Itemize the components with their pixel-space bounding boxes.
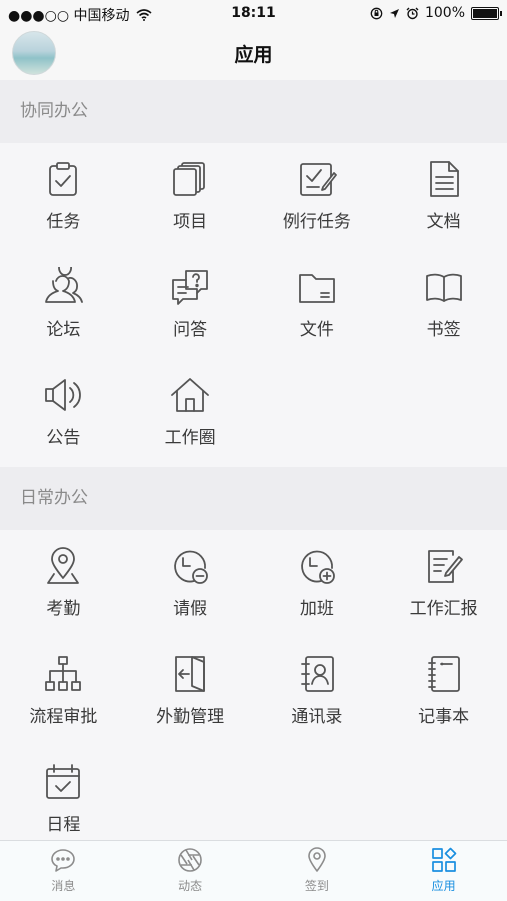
open-book-icon xyxy=(424,267,464,307)
app-label: 请假 xyxy=(173,599,208,619)
app-work-report[interactable]: 工作汇报 xyxy=(380,530,507,638)
notebook-icon xyxy=(424,654,464,694)
app-document[interactable]: 文档 xyxy=(380,143,507,251)
location-pin-icon xyxy=(43,546,83,586)
app-routine-task[interactable]: 例行任务 xyxy=(254,143,381,251)
door-exit-icon xyxy=(170,654,210,694)
report-edit-icon xyxy=(424,546,464,586)
app-forum[interactable]: 论坛 xyxy=(0,251,127,359)
tab-messages[interactable]: 消息 xyxy=(0,841,127,901)
location-arrow-icon xyxy=(389,8,399,18)
status-right: 100% xyxy=(370,5,502,21)
app-label: 外勤管理 xyxy=(156,707,225,727)
alarm-icon xyxy=(406,7,419,19)
page-title: 应用 xyxy=(234,44,273,66)
app-label: 论坛 xyxy=(46,320,81,340)
tab-apps[interactable]: 应用 xyxy=(380,841,507,901)
app-overtime[interactable]: 加班 xyxy=(254,530,381,638)
chat-bubble-icon xyxy=(50,847,76,873)
section-header-daily: 日常办公 xyxy=(0,467,507,530)
app-label: 项目 xyxy=(173,212,208,232)
document-icon xyxy=(424,159,464,199)
tab-label: 消息 xyxy=(51,879,76,893)
tab-label: 签到 xyxy=(304,879,329,893)
apps-grid-icon xyxy=(431,847,457,873)
speaker-icon xyxy=(43,375,83,415)
app-file[interactable]: 文件 xyxy=(254,251,381,359)
tab-checkin[interactable]: 签到 xyxy=(254,841,381,901)
stacked-pages-icon xyxy=(170,159,210,199)
clock-plus-icon xyxy=(297,546,337,586)
users-icon xyxy=(43,267,84,307)
app-label: 任务 xyxy=(46,212,81,232)
contacts-icon xyxy=(297,654,337,694)
app-label: 公告 xyxy=(46,428,81,448)
aperture-icon xyxy=(177,847,203,873)
app-label: 流程审批 xyxy=(29,707,98,727)
app-task[interactable]: 任务 xyxy=(0,143,127,251)
app-workflow-approval[interactable]: 流程审批 xyxy=(0,638,127,746)
section-header-collab: 协同办公 xyxy=(0,80,507,143)
app-label: 工作圈 xyxy=(164,428,216,448)
app-project[interactable]: 项目 xyxy=(127,143,254,251)
app-label: 考勤 xyxy=(46,599,81,619)
app-notepad[interactable]: 记事本 xyxy=(380,638,507,746)
app-label: 加班 xyxy=(299,599,334,619)
folder-icon xyxy=(297,267,337,307)
app-contacts[interactable]: 通讯录 xyxy=(254,638,381,746)
app-label: 通讯录 xyxy=(291,707,343,727)
app-label: 书签 xyxy=(426,320,461,340)
clipboard-check-icon xyxy=(43,159,83,199)
tab-label: 动态 xyxy=(178,879,203,893)
app-label: 文件 xyxy=(299,320,334,340)
question-chat-icon xyxy=(170,267,210,307)
app-attendance[interactable]: 考勤 xyxy=(0,530,127,638)
app-label: 日程 xyxy=(46,815,81,835)
app-schedule[interactable]: 日程 xyxy=(0,746,127,854)
checklist-edit-icon xyxy=(297,159,337,199)
app-label: 文档 xyxy=(426,212,461,232)
calendar-check-icon xyxy=(43,762,83,802)
rotation-lock-icon xyxy=(370,7,383,19)
battery-percent: 100% xyxy=(424,5,465,21)
app-label: 例行任务 xyxy=(282,212,351,232)
app-field-management[interactable]: 外勤管理 xyxy=(127,638,254,746)
app-qa[interactable]: 问答 xyxy=(127,251,254,359)
daily-grid: 考勤 请假 加班 工作汇报 流程审批 外勤管理 通讯录 记事本 日程 xyxy=(0,530,507,854)
app-leave[interactable]: 请假 xyxy=(127,530,254,638)
org-chart-icon xyxy=(43,654,83,694)
app-label: 记事本 xyxy=(418,707,470,727)
collab-grid: 任务 项目 例行任务 文档 论坛 问答 文件 书签 公告 工作圈 xyxy=(0,143,507,467)
map-pin-icon xyxy=(304,847,330,873)
tab-activity[interactable]: 动态 xyxy=(127,841,254,901)
tab-label: 应用 xyxy=(431,879,456,893)
nav-bar: 应用 xyxy=(0,28,507,81)
tab-bar: 消息 动态 签到 应用 xyxy=(0,840,507,901)
app-work-circle[interactable]: 工作圈 xyxy=(127,359,254,467)
app-label: 工作汇报 xyxy=(409,599,478,619)
battery-icon xyxy=(471,6,502,20)
app-label: 问答 xyxy=(173,320,208,340)
status-bar: ●●●○○ 中国移动 18:11 100% xyxy=(0,0,507,28)
app-announcement[interactable]: 公告 xyxy=(0,359,127,467)
app-bookmark[interactable]: 书签 xyxy=(380,251,507,359)
home-icon xyxy=(170,375,210,415)
clock-minus-icon xyxy=(170,546,210,586)
